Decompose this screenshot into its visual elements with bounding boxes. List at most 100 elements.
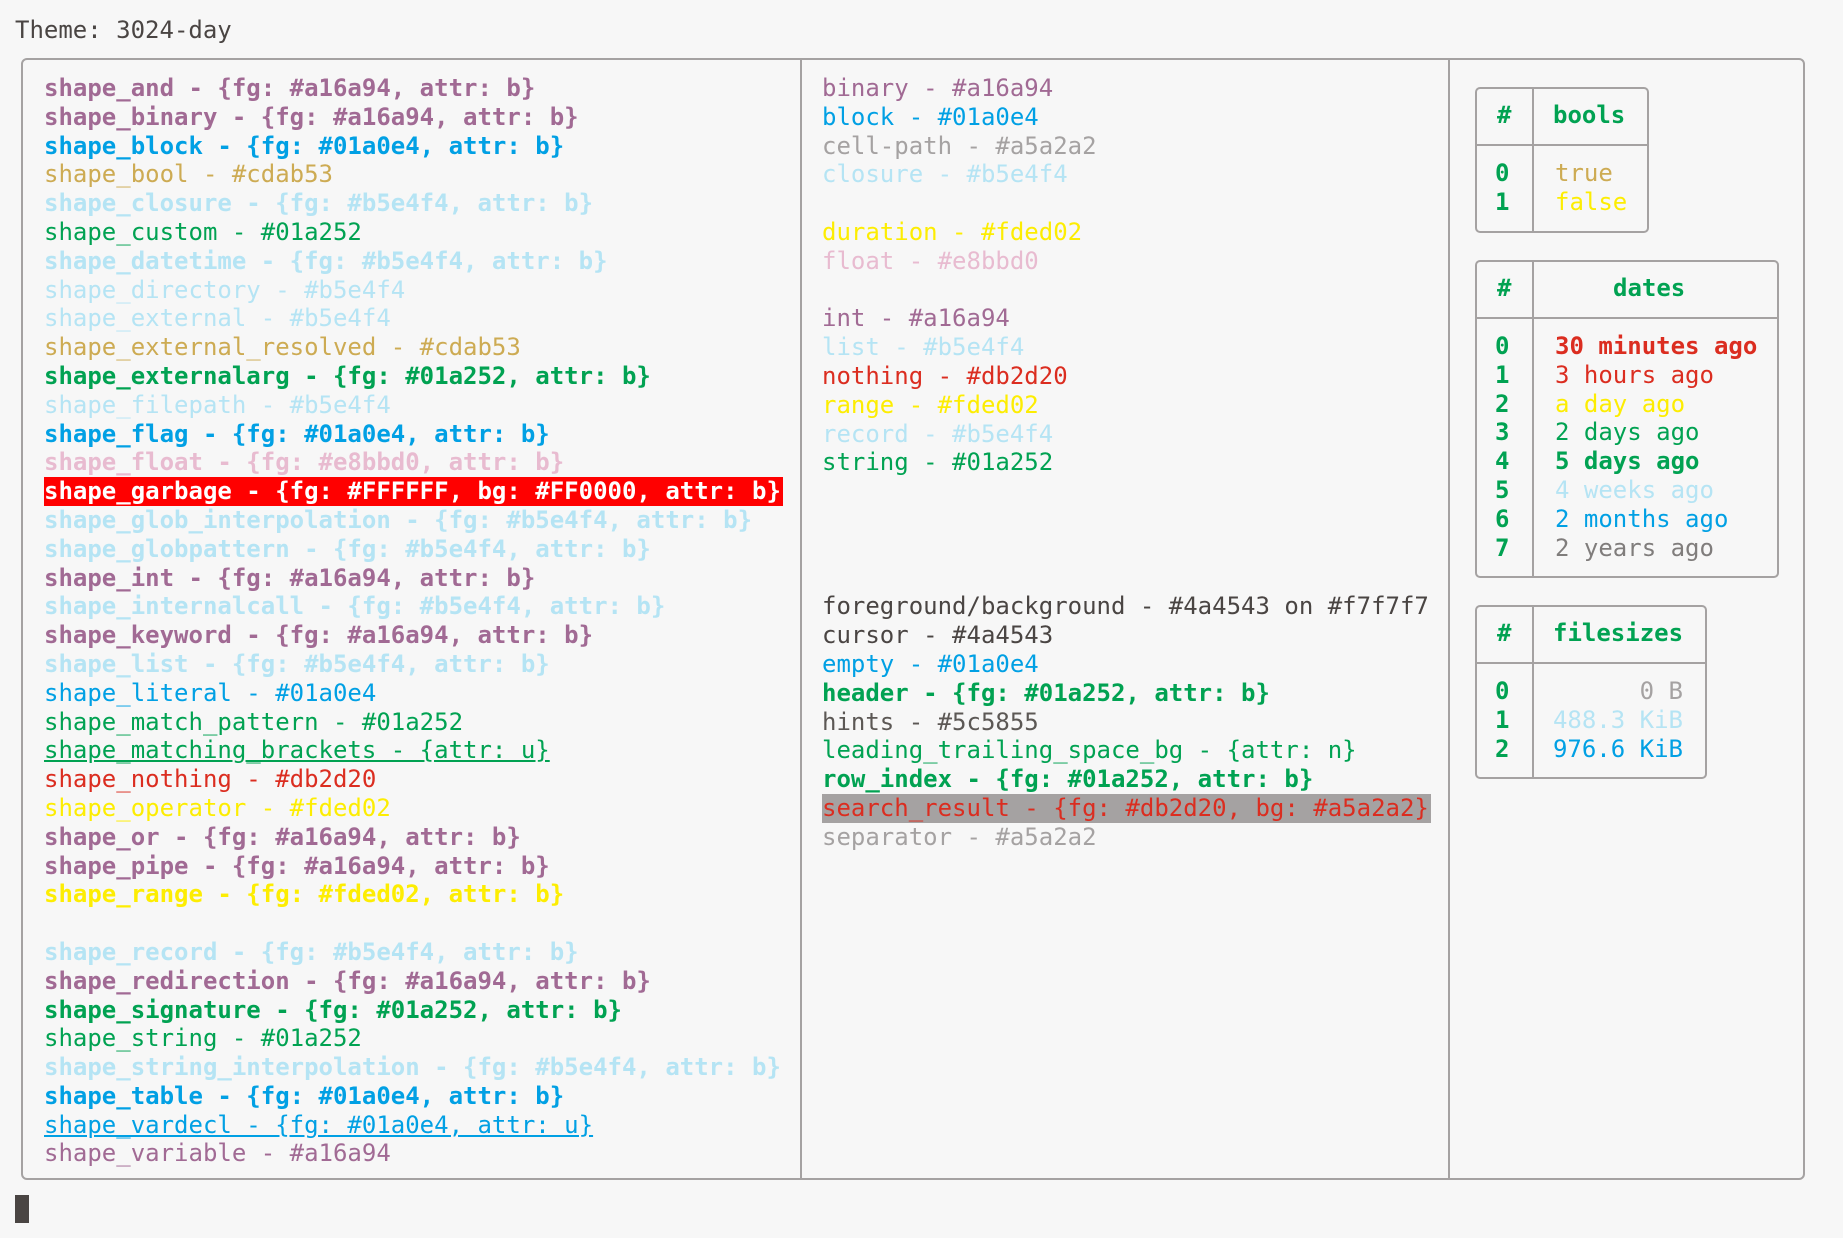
table-row: 5 4 weeks ago — [1477, 476, 1777, 505]
color-config-line: duration - #fded02 — [822, 217, 1083, 246]
table-row: 1 false — [1477, 188, 1647, 217]
row-index: 1 — [1495, 187, 1510, 216]
color-config-line: shape_variable - #a16a94 — [44, 1139, 391, 1168]
terminal-cursor — [15, 1195, 29, 1223]
color-config-line: shape_vardecl - {fg: #01a0e4, attr: u} — [44, 1110, 594, 1139]
row-value: 30 minutes ago — [1555, 332, 1758, 360]
row-value: true — [1555, 159, 1613, 187]
row-index: 7 — [1495, 533, 1510, 562]
row-index: 6 — [1495, 504, 1510, 533]
shape-colors-column: shape_and - {fg: #a16a94, attr: b} shape_… — [44, 74, 783, 1168]
table-row: 7 2 years ago — [1477, 534, 1777, 563]
table-row: 4 5 days ago — [1477, 447, 1777, 476]
color-config-line: shape_glob_interpolation - {fg: #b5e4f4,… — [44, 505, 753, 534]
table-header-divider — [1477, 317, 1777, 319]
row-value: 4 weeks ago — [1555, 475, 1714, 504]
row-value: a day ago — [1555, 389, 1686, 418]
table-row: 3 2 days ago — [1477, 418, 1777, 447]
color-config-line: shape_bool - #cdab53 — [44, 160, 333, 189]
color-config-line: foreground/background - #4a4543 on #f7f7… — [822, 592, 1429, 621]
color-config-line: shape_closure - {fg: #b5e4f4, attr: b} — [44, 189, 594, 218]
row-index: 4 — [1495, 447, 1510, 476]
index-header: # — [1497, 619, 1512, 647]
theme-title: Theme: 3024-day — [15, 16, 232, 44]
row-index: 5 — [1495, 475, 1510, 504]
color-config-line: separator - #a5a2a2 — [822, 822, 1097, 851]
filesizes-header: filesizes — [1553, 619, 1684, 647]
color-config-line: shape_filepath - #b5e4f4 — [44, 390, 391, 419]
color-config-line: cursor - #4a4543 — [822, 621, 1054, 650]
color-config-line: shape_datetime - {fg: #b5e4f4, attr: b} — [44, 246, 608, 275]
table-row: 0 true — [1477, 159, 1647, 188]
row-value: 488.3 KiB — [1552, 705, 1683, 734]
color-config-line: binary - #a16a94 — [822, 74, 1054, 102]
color-config-line: int - #a16a94 — [822, 304, 1010, 333]
row-value: false — [1555, 187, 1628, 216]
row-value: 976.6 KiB — [1552, 734, 1683, 763]
color-config-line: range - #fded02 — [822, 390, 1039, 419]
color-config-line: list - #b5e4f4 — [822, 333, 1025, 362]
row-value: 2 days ago — [1555, 418, 1700, 447]
dates-header: dates — [1613, 274, 1686, 302]
index-header: # — [1497, 101, 1512, 129]
color-config-line: shape_matching_brackets - {attr: u} — [44, 736, 550, 765]
color-config-line: shape_external - #b5e4f4 — [44, 304, 391, 333]
color-config-line: shape_keyword - {fg: #a16a94, attr: b} — [44, 621, 594, 650]
bools-rows: 0 true 1 false — [1477, 159, 1647, 217]
table-row: 6 2 months ago — [1477, 505, 1777, 534]
filesizes-rows: 0 0 B 1 488.3 KiB 2 976.6 KiB — [1477, 677, 1705, 763]
color-config-line: shape_externalarg - {fg: #01a252, attr: … — [44, 361, 651, 390]
row-index: 0 — [1495, 332, 1510, 360]
color-config-line: shape_internalcall - {fg: #b5e4f4, attr:… — [44, 592, 666, 621]
color-config-line: hints - #5c5855 — [822, 707, 1039, 736]
table-row: 2 a day ago — [1477, 390, 1777, 419]
row-value: 2 years ago — [1555, 533, 1714, 562]
color-config-line: string - #01a252 — [822, 448, 1054, 477]
row-index: 1 — [1495, 705, 1510, 734]
color-config-line: shape_external_resolved - #cdab53 — [44, 333, 521, 362]
color-config-line: shape_int - {fg: #a16a94, attr: b} — [44, 563, 536, 592]
color-config-line: shape_signature - {fg: #01a252, attr: b} — [44, 995, 622, 1024]
row-value: 0 B — [1639, 677, 1683, 705]
color-config-line: shape_list - {fg: #b5e4f4, attr: b} — [44, 649, 550, 678]
color-config-line: shape_binary - {fg: #a16a94, attr: b} — [44, 102, 579, 131]
color-config-line: nothing - #db2d20 — [822, 361, 1068, 390]
color-config-line: shape_table - {fg: #01a0e4, attr: b} — [44, 1081, 565, 1110]
color-config-line: shape_record - {fg: #b5e4f4, attr: b} — [44, 937, 579, 966]
row-index: 2 — [1495, 389, 1510, 418]
column-divider — [800, 60, 802, 1178]
color-config-line: shape_custom - #01a252 — [44, 217, 362, 246]
color-config-line: shape_string - #01a252 — [44, 1024, 362, 1053]
color-config-line: shape_string_interpolation - {fg: #b5e4f… — [44, 1053, 781, 1082]
row-index: 2 — [1495, 734, 1510, 763]
color-config-line: empty - #01a0e4 — [822, 649, 1039, 678]
color-config-line: shape_block - {fg: #01a0e4, attr: b} — [44, 131, 565, 160]
color-config-line: shape_literal - #01a0e4 — [44, 678, 377, 707]
color-config-line: shape_float - {fg: #e8bbd0, attr: b} — [44, 448, 565, 477]
row-index: 0 — [1495, 677, 1510, 705]
bools-table: # bools 0 true 1 false — [1475, 87, 1649, 233]
color-config-line: shape_redirection - {fg: #a16a94, attr: … — [44, 966, 651, 995]
color-config-line: shape_garbage - {fg: #FFFFFF, bg: #FF000… — [44, 477, 783, 506]
color-config-line: leading_trailing_space_bg - {attr: n} — [822, 736, 1357, 765]
color-config-line: search_result - {fg: #db2d20, bg: #a5a2a… — [822, 793, 1431, 823]
color-config-line: closure - #b5e4f4 — [822, 160, 1068, 189]
color-config-line: shape_operator - #fded02 — [44, 793, 391, 822]
row-index: 3 — [1495, 418, 1510, 447]
dates-table: # dates 0 30 minutes ago 1 3 hours ago 2 a da… — [1475, 260, 1779, 578]
table-header-divider — [1477, 662, 1705, 664]
bools-header: bools — [1553, 101, 1626, 129]
color-config-line: shape_globpattern - {fg: #b5e4f4, attr: … — [44, 534, 651, 563]
row-index: 1 — [1495, 360, 1510, 389]
table-row: 1 3 hours ago — [1477, 361, 1777, 390]
row-index: 0 — [1495, 159, 1510, 187]
color-config-line: cell-path - #a5a2a2 — [822, 131, 1097, 160]
dates-rows: 0 30 minutes ago 1 3 hours ago 2 a day ago 3 2 … — [1477, 332, 1777, 562]
color-config-line: shape_range - {fg: #fded02, attr: b} — [44, 880, 565, 909]
